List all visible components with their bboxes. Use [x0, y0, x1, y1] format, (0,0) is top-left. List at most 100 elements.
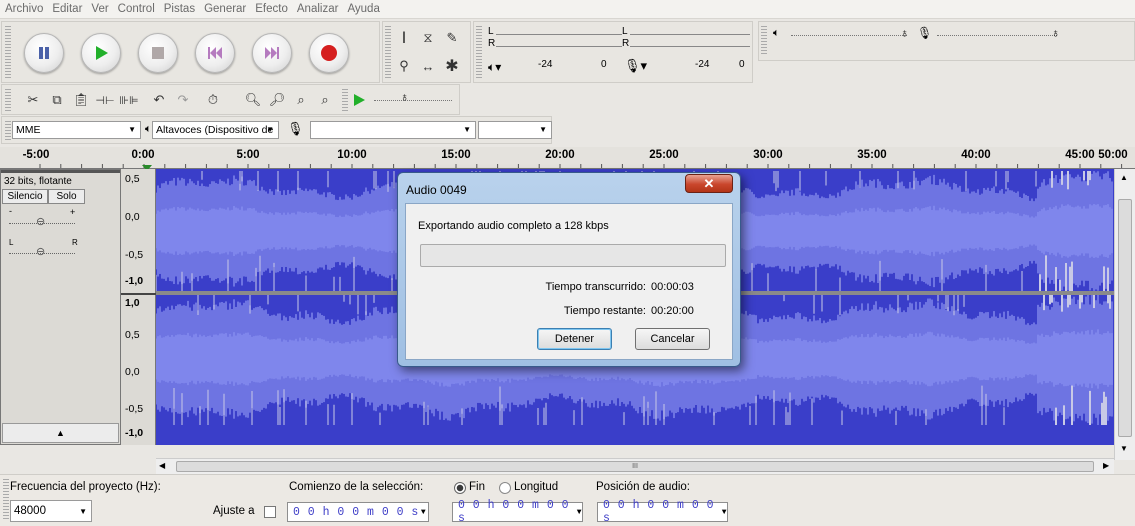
toolbar-grip[interactable] — [5, 26, 11, 78]
toolbar-grip[interactable] — [385, 26, 391, 78]
selection-end-time[interactable]: 0 0 h 0 0 m 0 0 s ▼ — [452, 499, 583, 525]
toolbar-grip[interactable] — [5, 121, 11, 141]
toolbar-grip[interactable] — [476, 26, 482, 78]
trim-icon[interactable]: ⊣⊢ — [94, 89, 116, 111]
input-volume-slider[interactable] — [937, 35, 1057, 36]
mute-button[interactable]: Silencio — [2, 189, 48, 204]
silence-icon[interactable]: ⊪⊫ — [118, 89, 140, 111]
output-volume-slider[interactable] — [791, 35, 907, 36]
microphone-meter-icon[interactable]: 🎙︎▾ — [624, 58, 647, 74]
scroll-left-icon[interactable]: ◀ — [159, 461, 165, 470]
play-meter-right-label: R — [488, 38, 496, 49]
pause-button[interactable] — [24, 33, 64, 73]
scroll-down-icon[interactable]: ▼ — [1120, 444, 1128, 453]
vertical-scroll-thumb[interactable] — [1118, 199, 1132, 437]
scroll-right-icon[interactable]: ▶ — [1103, 461, 1109, 470]
copy-icon[interactable]: ⧉ — [46, 89, 68, 111]
end-radio[interactable] — [454, 482, 466, 494]
fit-project-icon[interactable]: ⌕ — [314, 89, 336, 111]
time-shift-tool-icon[interactable]: ↔ — [417, 55, 439, 77]
track-name-bar[interactable] — [1, 170, 120, 173]
redo-icon[interactable]: ↷ — [172, 89, 194, 111]
play-meter-left-label: L — [488, 26, 494, 37]
cut-icon[interactable]: ✂ — [22, 89, 44, 111]
play-speed-thumb[interactable]: ♁ — [400, 90, 409, 104]
record-button[interactable] — [309, 33, 349, 73]
project-rate-label: Frecuencia del proyecto (Hz): — [10, 481, 161, 493]
zoom-tool-icon[interactable]: ⚲ — [393, 55, 415, 77]
output-volume-thumb[interactable]: ♁ — [900, 26, 909, 40]
menu-control[interactable]: Control — [118, 3, 155, 15]
toolbar-grip[interactable] — [5, 89, 11, 111]
menu-efecto[interactable]: Efecto — [255, 3, 288, 15]
multi-tool-icon[interactable]: ✱ — [441, 55, 463, 77]
speaker-meter-icon[interactable]: 🔈︎▾ — [488, 60, 501, 75]
zoom-out-icon[interactable]: 🔎︎ — [266, 89, 288, 111]
input-volume-thumb[interactable]: ♁ — [1051, 26, 1060, 40]
toolbar-grip[interactable] — [3, 479, 9, 521]
undo-icon[interactable]: ↶ — [148, 89, 170, 111]
scale-label: 1,0 — [125, 297, 140, 309]
menu-bar: Archivo Editar Ver Control Pistas Genera… — [0, 0, 1135, 19]
chevron-down-icon[interactable]: ▼ — [577, 508, 582, 517]
menu-editar[interactable]: Editar — [52, 3, 82, 15]
menu-ver[interactable]: Ver — [91, 3, 108, 15]
menu-analizar[interactable]: Analizar — [297, 3, 339, 15]
timeline-ruler[interactable]: -5:00 0:00 5:00 10:00 15:00 20:00 25:00 … — [0, 147, 1135, 169]
paste-icon[interactable]: 📋︎ — [70, 89, 92, 111]
project-rate-value: 48000 — [14, 505, 46, 517]
play-button[interactable] — [81, 33, 121, 73]
cancel-export-button[interactable]: Cancelar — [635, 328, 710, 350]
selection-tool-icon[interactable]: I — [393, 27, 415, 49]
skip-end-button[interactable] — [252, 33, 292, 73]
play-speed-slider[interactable] — [374, 100, 452, 101]
edit-toolbar: ✂ ⧉ 📋︎ ⊣⊢ ⊪⊫ ↶ ↷ ⏱ 🔍︎ 🔎︎ ⌕ ⌕ ♁ — [1, 84, 460, 115]
chevron-down-icon[interactable]: ▼ — [421, 508, 426, 517]
selection-start-time[interactable]: 0 0 h 0 0 m 0 0 s ▼ — [287, 502, 429, 522]
vertical-scrollbar[interactable]: ▲ ▼ — [1114, 169, 1135, 460]
project-rate-select[interactable]: 48000 ▼ — [10, 500, 92, 522]
close-button[interactable]: ✕ — [685, 174, 733, 193]
length-radio[interactable] — [499, 482, 511, 494]
envelope-tool-icon[interactable]: ⧖ — [417, 27, 439, 49]
input-device-select[interactable]: ▼ — [310, 121, 476, 139]
selection-start-value: 0 0 h 0 0 m 0 0 s — [293, 505, 419, 519]
chevron-down-icon[interactable]: ▼ — [722, 508, 727, 517]
sync-lock-icon[interactable]: ⏱ — [202, 89, 224, 111]
solo-button[interactable]: Solo — [48, 189, 85, 204]
pan-slider-thumb[interactable]: ⊖ — [36, 245, 45, 258]
collapse-track-button[interactable]: ▲ — [2, 423, 119, 443]
output-device-select[interactable]: Altavoces (Dispositivo de ▼ — [152, 121, 279, 139]
snap-to-checkbox[interactable] — [264, 506, 276, 518]
dialog-body: Exportando audio completo a 128 kbps Tie… — [405, 203, 733, 360]
ruler-label: 5:00 — [236, 149, 260, 161]
rec-meter-db-label: -24 — [695, 59, 710, 70]
toolbar-grip[interactable] — [761, 26, 767, 56]
draw-tool-icon[interactable]: ✎ — [441, 27, 463, 49]
menu-generar[interactable]: Generar — [204, 3, 246, 15]
gain-slider-thumb[interactable]: ⊖ — [36, 215, 45, 228]
horizontal-scrollbar[interactable]: ◀ III ▶ — [156, 458, 1114, 474]
audio-host-select[interactable]: MME ▼ — [12, 121, 141, 139]
play-meter-zero-label: 0 — [601, 59, 607, 70]
ruler-label: 50:00 — [1098, 149, 1128, 161]
stop-button[interactable] — [138, 33, 178, 73]
menu-pistas[interactable]: Pistas — [164, 3, 195, 15]
skip-start-button[interactable] — [195, 33, 235, 73]
fit-selection-icon[interactable]: ⌕ — [290, 89, 312, 111]
audio-position-time[interactable]: 0 0 h 0 0 m 0 0 s ▼ — [597, 499, 728, 525]
menu-ayuda[interactable]: Ayuda — [347, 3, 379, 15]
scroll-up-icon[interactable]: ▲ — [1120, 173, 1128, 182]
input-channels-select[interactable]: ▼ — [478, 121, 552, 139]
pan-left-label: L — [9, 238, 14, 247]
scale-label: -0,5 — [125, 249, 144, 261]
toolbar-grip[interactable] — [342, 89, 348, 111]
zoom-in-icon[interactable]: 🔍︎ — [242, 89, 264, 111]
play-at-speed-icon[interactable] — [352, 93, 366, 107]
scale-label: 0,0 — [125, 211, 140, 223]
horizontal-scroll-thumb[interactable]: III — [176, 461, 1094, 472]
stop-export-button[interactable]: Detener — [537, 328, 612, 350]
track-control-panel: 32 bits, flotante Silencio Solo - + ⊖ L … — [0, 169, 121, 445]
device-toolbar: MME ▼ 🔈︎ Altavoces (Dispositivo de ▼ 🎙︎ ▼ … — [1, 116, 552, 144]
menu-archivo[interactable]: Archivo — [5, 3, 43, 15]
